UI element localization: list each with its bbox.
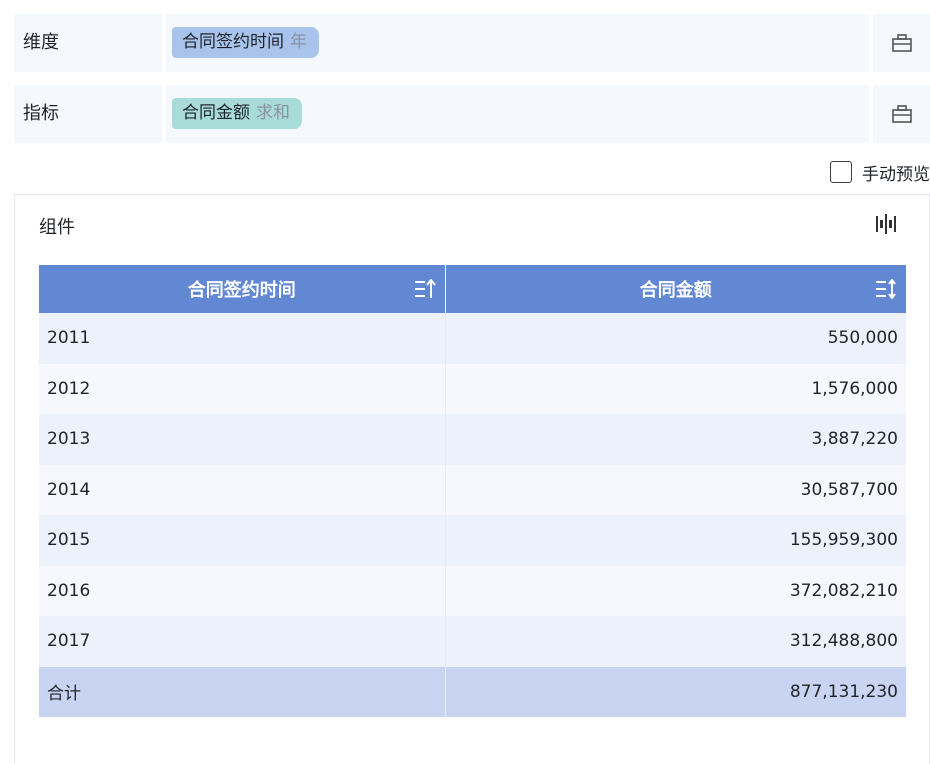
column-header-signing-time[interactable]: 合同签约时间 [39,265,445,313]
year-cell: 2014 [39,464,445,515]
year-cell: 2011 [39,313,445,364]
table-header-row: 合同签约时间 合同金额 [39,265,906,313]
year-cell: 2012 [39,363,445,414]
component-title: 组件 [39,217,75,238]
year-cell: 2017 [39,616,445,667]
chart-switch-icon[interactable] [875,213,899,235]
amount-cell: 550,000 [444,313,906,364]
dimension-shelf-label: 维度 [14,14,162,72]
total-row: 合计 877,131,230 [39,666,906,717]
column-header-contract-amount[interactable]: 合同金额 [444,265,906,313]
measure-field-name: 合同金额 [182,103,250,123]
component-panel: 组件 合同签约时间 合同金额 2011 550,000 2012 1,576,0… [14,194,930,764]
amount-cell: 1,576,000 [444,363,906,414]
measure-field-modifier: 求和 [256,103,290,123]
total-label-cell: 合计 [39,666,445,717]
manual-preview-label: 手动预览 [862,164,930,185]
table-row: 2011 550,000 [39,313,906,364]
manual-preview-toggle[interactable]: 手动预览 [830,159,930,185]
table-row: 2017 312,488,800 [39,616,906,667]
total-amount-cell: 877,131,230 [444,666,906,717]
column-header-label: 合同签约时间 [187,280,296,301]
amount-cell: 312,488,800 [444,616,906,667]
amount-cell: 3,887,220 [444,414,906,465]
measure-drop-zone[interactable]: 合同金额 求和 [166,85,869,143]
measure-field-pill[interactable]: 合同金额 求和 [172,98,302,129]
amount-cell: 155,959,300 [444,515,906,566]
sort-ascending-icon[interactable] [414,279,436,299]
table-row: 2015 155,959,300 [39,515,906,566]
dimension-shelf: 维度 合同签约时间年 [14,14,930,72]
manual-preview-checkbox[interactable] [830,161,852,183]
dimension-field-modifier: 年 [290,32,307,52]
dimension-drop-zone[interactable]: 合同签约时间年 [166,14,869,72]
sort-both-icon[interactable] [875,279,897,299]
toolbox-icon [891,34,912,52]
year-cell: 2013 [39,414,445,465]
measure-shelf: 指标 合同金额 求和 [14,85,930,143]
table-row: 2012 1,576,000 [39,363,906,414]
data-table: 合同签约时间 合同金额 2011 550,000 2012 1,576,000 … [39,265,906,717]
amount-cell: 372,082,210 [444,565,906,616]
year-cell: 2016 [39,565,445,616]
dimension-shelf-toolbox-button[interactable] [873,14,930,72]
measure-shelf-label: 指标 [14,85,162,143]
table-row: 2016 372,082,210 [39,565,906,616]
year-cell: 2015 [39,515,445,566]
column-header-label: 合同金额 [639,280,712,301]
measure-shelf-toolbox-button[interactable] [873,85,930,143]
dimension-field-name: 合同签约时间 [182,32,284,52]
dimension-field-pill[interactable]: 合同签约时间年 [172,27,319,58]
amount-cell: 30,587,700 [444,464,906,515]
table-row: 2014 30,587,700 [39,464,906,515]
table-row: 2013 3,887,220 [39,414,906,465]
toolbox-icon [891,105,912,123]
